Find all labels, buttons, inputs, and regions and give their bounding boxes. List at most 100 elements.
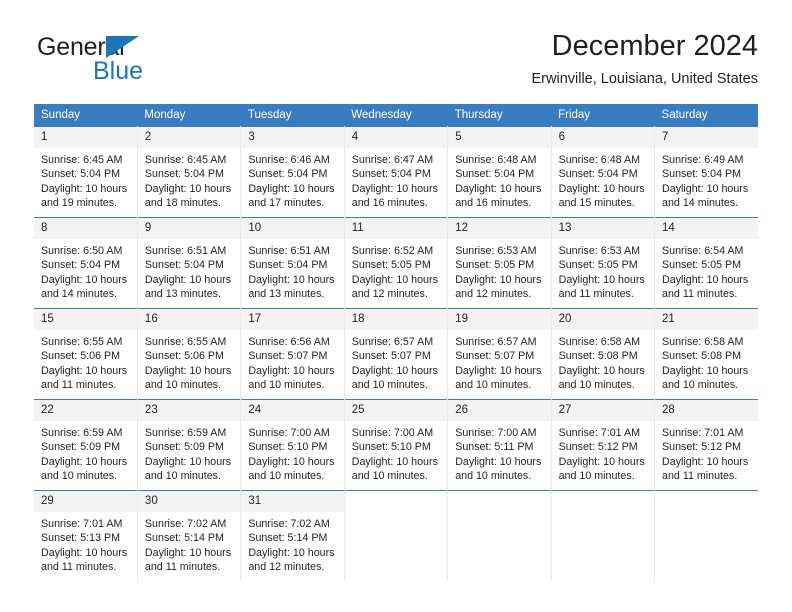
sunrise-text: Sunrise: 6:55 AM [144,336,227,348]
day-cell[interactable]: 16 Sunrise: 6:55 AM Sunset: 5:06 PM Dayl… [137,308,242,400]
day-number: 31 [241,491,344,512]
sunrise-text: Sunrise: 7:01 AM [558,427,640,439]
sunset-text: Sunset: 5:04 PM [248,168,328,181]
day-cell[interactable]: 21 Sunrise: 6:58 AM Sunset: 5:08 PM Dayl… [654,308,758,400]
day-cell[interactable]: 22 Sunrise: 6:59 AM Sunset: 5:09 PM Dayl… [34,399,138,491]
day-cell[interactable]: 15 Sunrise: 6:55 AM Sunset: 5:06 PM Dayl… [34,308,138,400]
day-cell[interactable]: 1 Sunrise: 6:45 AM Sunset: 5:04 PM Dayli… [34,126,138,218]
daylight-text-line1: Daylight: 10 hours [662,364,749,377]
day-cell[interactable]: 27 Sunrise: 7:01 AM Sunset: 5:12 PM Dayl… [551,399,656,491]
daylight-text-line1: Daylight: 10 hours [144,364,232,377]
day-number [551,491,655,512]
day-cell-empty [654,490,758,581]
day-cell[interactable]: 3 Sunrise: 6:46 AM Sunset: 5:04 PM Dayli… [240,126,345,218]
daylight-text-line2: and 13 minutes. [248,287,325,300]
sunset-text: Sunset: 5:12 PM [662,441,742,454]
day-cell[interactable]: 6 Sunrise: 6:48 AM Sunset: 5:04 PM Dayli… [551,126,656,218]
page-title: December 2024 [551,30,758,62]
day-cell[interactable]: 5 Sunrise: 6:48 AM Sunset: 5:04 PM Dayli… [447,126,552,218]
sunrise-text: Sunrise: 6:45 AM [41,154,123,166]
day-details: Sunrise: 6:55 AM Sunset: 5:06 PM Dayligh… [34,330,137,399]
calendar-table: Sunday Monday Tuesday Wednesday Thursday… [34,104,758,581]
daylight-text-line1: Daylight: 10 hours [248,182,335,195]
generalblue-logo[interactable]: General Blue [37,34,217,90]
weekday-header-row: Sunday Monday Tuesday Wednesday Thursday… [34,104,758,127]
sunset-text: Sunset: 5:04 PM [351,168,431,181]
day-cell[interactable]: 13 Sunrise: 6:53 AM Sunset: 5:05 PM Dayl… [551,217,656,309]
day-number: 3 [241,127,344,148]
day-details: Sunrise: 6:51 AM Sunset: 5:04 PM Dayligh… [137,239,241,308]
day-cell[interactable]: 20 Sunrise: 6:58 AM Sunset: 5:08 PM Dayl… [551,308,656,400]
sunrise-text: Sunrise: 7:02 AM [144,518,227,530]
day-cell[interactable]: 7 Sunrise: 6:49 AM Sunset: 5:04 PM Dayli… [654,126,758,218]
daylight-text-line2: and 11 minutes. [558,287,634,300]
daylight-text-line1: Daylight: 10 hours [455,273,542,286]
day-cell[interactable]: 8 Sunrise: 6:50 AM Sunset: 5:04 PM Dayli… [34,217,138,309]
day-details: Sunrise: 6:55 AM Sunset: 5:06 PM Dayligh… [137,330,241,399]
day-cell[interactable]: 12 Sunrise: 6:53 AM Sunset: 5:05 PM Dayl… [447,217,552,309]
day-cell[interactable]: 9 Sunrise: 6:51 AM Sunset: 5:04 PM Dayli… [137,217,242,309]
day-cell[interactable]: 25 Sunrise: 7:00 AM Sunset: 5:10 PM Dayl… [344,399,449,491]
daylight-text-line1: Daylight: 10 hours [351,364,438,377]
day-number: 10 [241,218,344,239]
day-cell[interactable]: 19 Sunrise: 6:57 AM Sunset: 5:07 PM Dayl… [447,308,552,400]
day-number: 21 [655,309,758,330]
day-cell[interactable]: 29 Sunrise: 7:01 AM Sunset: 5:13 PM Dayl… [34,490,138,581]
day-details: Sunrise: 6:57 AM Sunset: 5:07 PM Dayligh… [344,330,448,399]
daylight-text-line1: Daylight: 10 hours [41,273,128,286]
day-cell[interactable]: 31 Sunrise: 7:02 AM Sunset: 5:14 PM Dayl… [240,490,345,581]
day-cell[interactable]: 10 Sunrise: 6:51 AM Sunset: 5:04 PM Dayl… [240,217,345,309]
day-cell[interactable]: 11 Sunrise: 6:52 AM Sunset: 5:05 PM Dayl… [344,217,449,309]
day-details: Sunrise: 7:01 AM Sunset: 5:12 PM Dayligh… [551,421,655,490]
daylight-text-line1: Daylight: 10 hours [455,182,542,195]
day-number: 4 [344,127,448,148]
day-cell[interactable]: 18 Sunrise: 6:57 AM Sunset: 5:07 PM Dayl… [344,308,449,400]
day-cell[interactable]: 14 Sunrise: 6:54 AM Sunset: 5:05 PM Dayl… [654,217,758,309]
day-number: 6 [551,127,655,148]
day-number: 7 [655,127,758,148]
daylight-text-line1: Daylight: 10 hours [41,546,128,559]
day-cell[interactable]: 28 Sunrise: 7:01 AM Sunset: 5:12 PM Dayl… [654,399,758,491]
day-cell[interactable]: 24 Sunrise: 7:00 AM Sunset: 5:10 PM Dayl… [240,399,345,491]
day-number: 28 [655,400,758,421]
day-details: Sunrise: 6:59 AM Sunset: 5:09 PM Dayligh… [34,421,137,490]
day-number: 25 [344,400,448,421]
day-details: Sunrise: 7:02 AM Sunset: 5:14 PM Dayligh… [241,512,344,581]
sunset-text: Sunset: 5:04 PM [41,259,121,272]
sunset-text: Sunset: 5:06 PM [144,350,224,363]
sunrise-text: Sunrise: 6:51 AM [248,245,330,257]
day-details: Sunrise: 6:49 AM Sunset: 5:04 PM Dayligh… [655,148,758,217]
daylight-text-line2: and 10 minutes. [455,469,532,482]
sunrise-text: Sunrise: 6:56 AM [248,336,330,348]
calendar-week-row: 29 Sunrise: 7:01 AM Sunset: 5:13 PM Dayl… [34,490,758,581]
daylight-text-line2: and 19 minutes. [41,196,118,209]
day-cell[interactable]: 26 Sunrise: 7:00 AM Sunset: 5:11 PM Dayl… [447,399,552,491]
day-cell[interactable]: 2 Sunrise: 6:45 AM Sunset: 5:04 PM Dayli… [137,126,242,218]
day-number: 9 [137,218,241,239]
sunset-text: Sunset: 5:07 PM [351,350,431,363]
day-details: Sunrise: 6:56 AM Sunset: 5:07 PM Dayligh… [241,330,344,399]
daylight-text-line2: and 12 minutes. [351,287,428,300]
day-cell[interactable]: 17 Sunrise: 6:56 AM Sunset: 5:07 PM Dayl… [240,308,345,400]
day-details [551,512,655,581]
daylight-text-line1: Daylight: 10 hours [351,455,438,468]
day-details: Sunrise: 6:48 AM Sunset: 5:04 PM Dayligh… [448,148,551,217]
logo-text-blue: Blue [93,57,144,85]
weekday-header-monday: Monday [137,104,241,127]
day-details: Sunrise: 6:58 AM Sunset: 5:08 PM Dayligh… [655,330,758,399]
day-number: 24 [241,400,344,421]
sunset-text: Sunset: 5:04 PM [41,168,121,181]
sunset-text: Sunset: 5:07 PM [248,350,328,363]
day-cell[interactable]: 4 Sunrise: 6:47 AM Sunset: 5:04 PM Dayli… [344,126,449,218]
day-number: 30 [137,491,241,512]
calendar-week-row: 15 Sunrise: 6:55 AM Sunset: 5:06 PM Dayl… [34,308,758,400]
daylight-text-line2: and 10 minutes. [248,469,325,482]
daylight-text-line1: Daylight: 10 hours [558,273,645,286]
sunrise-text: Sunrise: 7:01 AM [662,427,744,439]
day-cell[interactable]: 30 Sunrise: 7:02 AM Sunset: 5:14 PM Dayl… [137,490,242,581]
sunrise-text: Sunrise: 6:57 AM [351,336,434,348]
day-number: 12 [448,218,551,239]
daylight-text-line1: Daylight: 10 hours [144,455,232,468]
day-cell[interactable]: 23 Sunrise: 6:59 AM Sunset: 5:09 PM Dayl… [137,399,242,491]
calendar-page: General Blue December 2024 Erwinville, L… [0,0,792,612]
